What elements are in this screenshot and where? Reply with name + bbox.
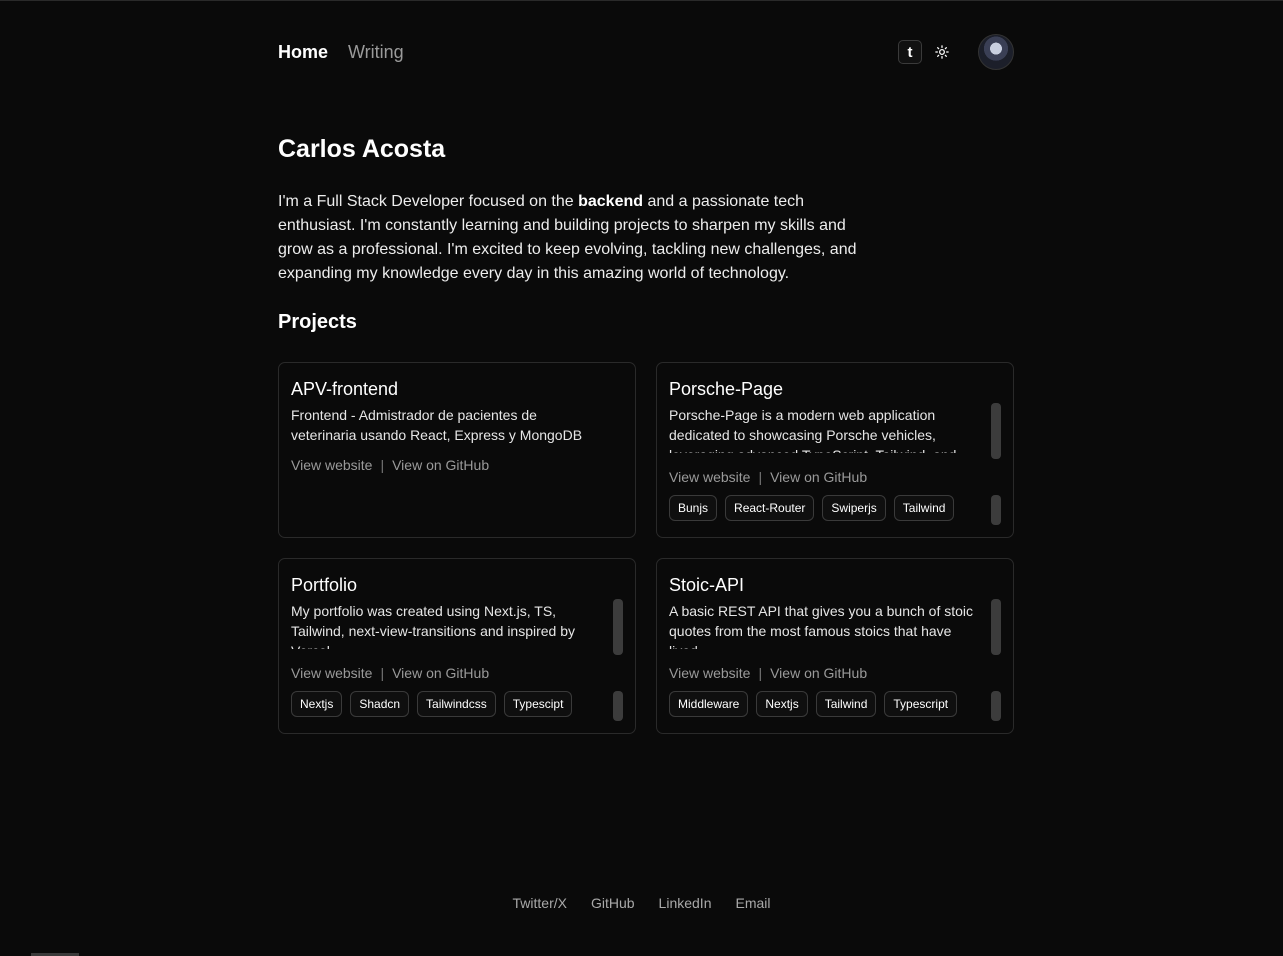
tag-badge: Shadcn [350,691,410,717]
projects-heading: Projects [278,311,357,333]
view-website-link[interactable]: View website [291,457,372,473]
theme-toggle-button[interactable] [932,40,952,64]
avatar[interactable] [978,34,1014,70]
view-website-link[interactable]: View website [669,469,750,485]
link-separator: | [380,665,385,681]
tag-badge: React-Router [725,495,815,521]
tag-badge: Tailwindcss [417,691,496,717]
project-description: A basic REST API that gives you a bunch … [669,603,974,649]
description-scrollbar[interactable] [613,599,623,655]
project-card-apv-frontend: APV-frontend Frontend - Admistrador de p… [278,362,636,538]
view-github-link[interactable]: View on GitHub [392,665,489,681]
view-github-link[interactable]: View on GitHub [770,469,867,485]
tag-badge: Typescript [884,691,958,717]
tag-list: Nextjs Shadcn Tailwindcss Typescipt [291,691,623,717]
view-website-link[interactable]: View website [669,665,750,681]
bio-bold: backend [578,193,644,210]
footer-link-github[interactable]: GitHub [591,895,635,911]
footer: Twitter/X GitHub LinkedIn Email [0,895,1283,911]
keyboard-shortcut-badge[interactable]: t [898,40,922,64]
project-description: Frontend - Admistrador de pacientes de v… [291,407,583,443]
project-card-stoic-api: Stoic-API A basic REST API that gives yo… [656,558,1014,734]
nav-actions: t [898,34,1014,70]
tag-badge: Middleware [669,691,749,717]
tag-badge: Bunjs [669,495,718,521]
tag-badge: Nextjs [291,691,343,717]
tag-badge: Swiperjs [822,495,886,521]
bio-paragraph: I'm a Full Stack Developer focused on th… [278,190,878,286]
tag-badge: Tailwind [893,495,955,521]
project-description: My portfolio was created using Next.js, … [291,603,576,649]
tag-badge: Typescipt [503,691,573,717]
project-title[interactable]: Stoic-API [669,573,1001,597]
page-title: Carlos Acosta [278,135,446,163]
tags-scrollbar[interactable] [613,691,623,721]
tag-badge: Nextjs [756,691,808,717]
footer-link-twitter[interactable]: Twitter/X [513,895,567,911]
description-scrollbar[interactable] [991,403,1001,459]
footer-link-linkedin[interactable]: LinkedIn [659,895,712,911]
project-links: View website | View on GitHub [669,665,1001,681]
bio-prefix: I'm a Full Stack Developer focused on th… [278,193,579,210]
project-links: View website | View on GitHub [669,469,1001,485]
link-separator: | [380,457,385,473]
tag-badge: Tailwind [815,691,877,717]
project-title[interactable]: APV-frontend [291,377,623,401]
project-links: View website | View on GitHub [291,457,623,473]
project-card-portfolio: Portfolio My portfolio was created using… [278,558,636,734]
footer-link-email[interactable]: Email [735,895,770,911]
top-nav: Home Writing t [278,34,1014,70]
project-title[interactable]: Portfolio [291,573,623,597]
link-separator: | [758,665,763,681]
project-links: View website | View on GitHub [291,665,623,681]
project-title[interactable]: Porsche-Page [669,377,1001,401]
view-github-link[interactable]: View on GitHub [770,665,867,681]
tags-scrollbar[interactable] [991,691,1001,721]
view-github-link[interactable]: View on GitHub [392,457,489,473]
project-description: Porsche-Page is a modern web application… [669,407,956,453]
tags-scrollbar[interactable] [991,495,1001,525]
link-separator: | [758,469,763,485]
tag-list: Bunjs React-Router Swiperjs Tailwind [669,495,1001,521]
nav-home-link[interactable]: Home [278,42,328,63]
sun-icon [935,45,949,59]
view-website-link[interactable]: View website [291,665,372,681]
description-scrollbar[interactable] [991,599,1001,655]
project-card-porsche-page: Porsche-Page Porsche-Page is a modern we… [656,362,1014,538]
nav-writing-link[interactable]: Writing [348,42,404,63]
tag-list: Middleware Nextjs Tailwind Typescript [669,691,1001,717]
